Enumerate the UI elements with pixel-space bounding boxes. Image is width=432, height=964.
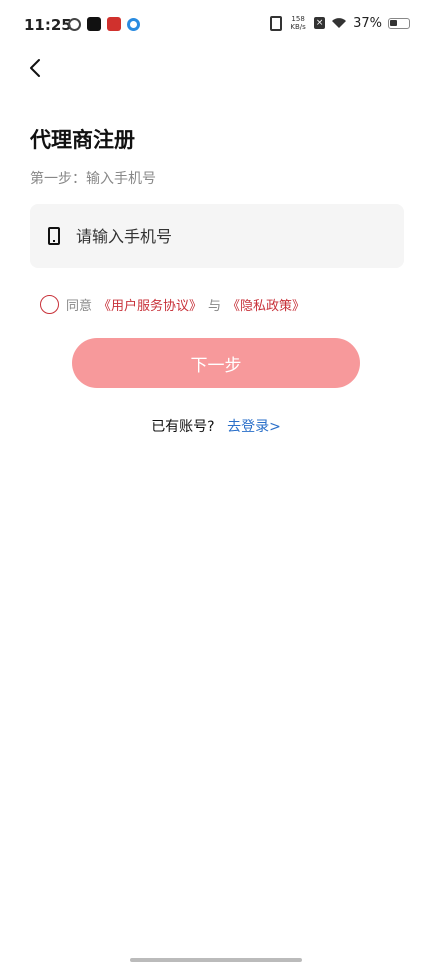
and-label: 与 (208, 299, 222, 314)
back-button[interactable] (26, 56, 50, 80)
net-speed: 158 KB/s (288, 15, 308, 31)
page-title: 代理商注册 (30, 128, 135, 152)
net-speed-unit: KB/s (290, 23, 306, 31)
user-agreement-link[interactable]: 《用户服务协议》 (98, 295, 202, 314)
battery-icon (388, 17, 410, 29)
agree-label: 同意 (66, 299, 93, 314)
battery-percent: 37% (353, 15, 382, 31)
login-row: 已有账号? 去登录> (0, 416, 432, 436)
tiktok-icon (87, 17, 101, 31)
step-label: 第一步：输入手机号 (30, 171, 156, 187)
wifi-icon (332, 18, 347, 28)
chevron-left-icon (30, 59, 40, 77)
link-app-icon (68, 17, 81, 31)
vibrate-icon (270, 15, 283, 31)
sim-icon: × (314, 17, 326, 29)
privacy-policy-link[interactable]: 《隐私政策》 (227, 295, 305, 314)
status-bar: 11:25 158 KB/s × 37% (0, 0, 432, 50)
red-app-icon (107, 17, 121, 31)
agreement-row: 同意 《用户服务协议》 与 《隐私政策》 (40, 295, 311, 314)
net-speed-value: 158 (291, 15, 305, 23)
status-time: 11:25 (24, 16, 72, 34)
phone-field-container[interactable] (30, 204, 404, 268)
mobile-phone-icon (48, 227, 60, 245)
next-step-button[interactable]: 下一步 (72, 338, 360, 388)
home-indicator[interactable] (130, 958, 302, 962)
browser-icon (127, 17, 140, 31)
phone-input[interactable] (76, 226, 356, 246)
go-login-link[interactable]: 去登录> (227, 419, 281, 435)
have-account-label: 已有账号? (151, 419, 215, 435)
system-icons: 158 KB/s × 37% (270, 15, 410, 31)
agree-radio[interactable] (40, 295, 59, 314)
notification-icons (68, 17, 140, 31)
